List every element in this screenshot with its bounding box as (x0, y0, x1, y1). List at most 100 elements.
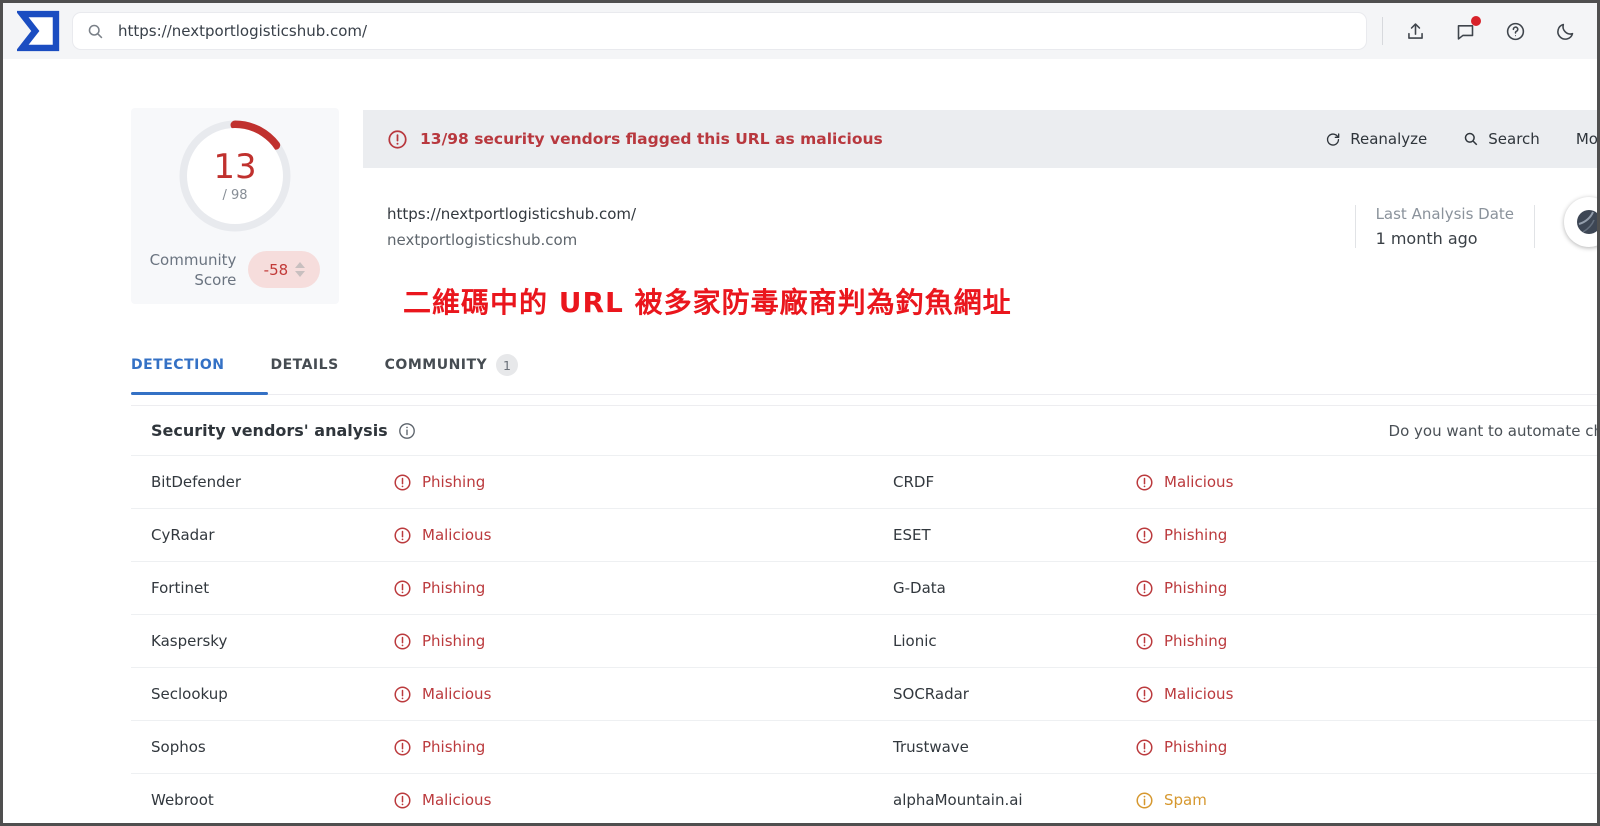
vendor-result: Phishing (1135, 738, 1227, 757)
browser-window: 13 / 98 Community Score -58 (0, 0, 1600, 826)
vendor-row: Trustwave Phishing (864, 720, 1597, 773)
divider (1534, 205, 1535, 248)
vendor-name: Lionic (893, 632, 1135, 650)
analyzed-domain[interactable]: nextportlogisticshub.com (387, 231, 636, 249)
banner-message: 13/98 security vendors flagged this URL … (420, 130, 883, 148)
security-vendors-section: Security vendors' analysis Do you want t… (131, 405, 1597, 826)
vendor-row: CRDF Malicious (864, 455, 1597, 508)
alert-icon (1135, 526, 1154, 545)
upvote-icon[interactable] (295, 262, 305, 268)
last-analysis-value: 1 month ago (1376, 229, 1514, 248)
tab-community[interactable]: COMMUNITY 1 (385, 340, 519, 394)
vendor-row: SeclookupMalicious (131, 667, 864, 720)
alert-icon (387, 129, 408, 150)
tab-detection[interactable]: DETECTION (131, 340, 224, 394)
upload-icon[interactable] (1403, 19, 1427, 43)
reanalyze-button[interactable]: Reanalyze (1325, 130, 1427, 148)
community-score-pill: -58 (248, 251, 320, 288)
alert-icon (1135, 738, 1154, 757)
vendor-name: Trustwave (893, 738, 1135, 756)
last-analysis-date: Last Analysis Date 1 month ago (1355, 205, 1535, 248)
globe-badge-icon[interactable] (1564, 197, 1600, 247)
vendor-result-label: Phishing (1164, 579, 1227, 597)
search-button[interactable]: Search (1463, 130, 1540, 148)
vendor-name: SOCRadar (893, 685, 1135, 703)
feedback-icon[interactable] (1453, 19, 1477, 43)
topbar-divider (1382, 17, 1383, 45)
vendor-name: BitDefender (151, 473, 393, 491)
vendor-result-label: Malicious (422, 526, 491, 544)
notification-dot (1471, 16, 1481, 26)
vendor-name: CRDF (893, 473, 1135, 491)
vendor-result-label: Malicious (1164, 685, 1233, 703)
vendor-result: Phishing (1135, 526, 1227, 545)
annotation-text: 二維碼中的 URL 被多家防毒廠商判為釣魚網址 (403, 281, 1012, 321)
vendor-row: Lionic Phishing (864, 614, 1597, 667)
vendor-row: ESETPhishing (864, 508, 1597, 561)
vendor-result: Malicious (1135, 685, 1233, 704)
vendor-name: CyRadar (151, 526, 393, 544)
vendor-result: Phishing (393, 473, 485, 492)
alert-icon (1135, 473, 1154, 492)
search-input[interactable] (118, 22, 1352, 40)
vendor-result: Malicious (393, 791, 491, 810)
automate-checks-link[interactable]: Do you want to automate ch (1389, 422, 1600, 440)
vendor-row: CyRadar Malicious (131, 508, 864, 561)
vendor-name: Kaspersky (151, 632, 393, 650)
community-score-label: Community Score (150, 250, 237, 291)
vendor-result-label: Phishing (1164, 738, 1227, 756)
community-score-value: -58 (264, 261, 289, 279)
vendor-result-label: Phishing (422, 738, 485, 756)
vendor-row: SOCRadar Malicious (864, 667, 1597, 720)
downvote-icon[interactable] (295, 271, 305, 277)
detection-gauge: 13 / 98 (177, 118, 293, 234)
analyzed-url[interactable]: https://nextportlogisticshub.com/ (387, 205, 636, 223)
tab-label: COMMUNITY (385, 357, 488, 373)
vendor-result: Phishing (393, 632, 485, 651)
tab-details[interactable]: DETAILS (270, 340, 338, 394)
vendor-result-label: Malicious (422, 791, 491, 809)
virustotal-logo-icon[interactable] (17, 9, 61, 53)
top-bar (3, 3, 1597, 59)
vendor-result: Phishing (393, 579, 485, 598)
vendor-result: Phishing (393, 738, 485, 757)
more-button[interactable]: More (1576, 130, 1600, 148)
search-icon (87, 23, 104, 40)
vendor-name: Seclookup (151, 685, 393, 703)
tab-badge: 1 (496, 354, 518, 376)
vendor-name: Fortinet (151, 579, 393, 597)
vendor-result-label: Phishing (422, 473, 485, 491)
detections-total: / 98 (222, 188, 247, 203)
last-analysis-label: Last Analysis Date (1376, 205, 1514, 223)
alert-icon (393, 738, 412, 757)
tab-label: DETAILS (270, 357, 338, 373)
vendor-row: alphaMountain.aiSpam (864, 773, 1597, 826)
alert-icon (393, 579, 412, 598)
url-search-bar[interactable] (73, 13, 1366, 49)
detections-count: 13 (213, 150, 256, 184)
alert-icon (1135, 632, 1154, 651)
vendor-result-label: Phishing (1164, 632, 1227, 650)
vendor-name: ESET (893, 526, 1135, 544)
vendor-result: Phishing (1135, 579, 1227, 598)
vendor-result-label: Spam (1164, 791, 1207, 809)
url-info: https://nextportlogisticshub.com/ nextpo… (387, 205, 636, 249)
dark-mode-toggle-icon[interactable] (1553, 19, 1577, 43)
help-icon[interactable] (1503, 19, 1527, 43)
divider (1355, 205, 1356, 248)
detection-score-card: 13 / 98 Community Score -58 (131, 108, 339, 304)
vendor-result-label: Phishing (422, 579, 485, 597)
vendor-result-label: Malicious (1164, 473, 1233, 491)
section-title: Security vendors' analysis (151, 421, 388, 440)
vendor-result: Malicious (393, 685, 491, 704)
vendor-name: Webroot (151, 791, 393, 809)
vendor-result: Spam (1135, 791, 1207, 810)
vendor-row: G-Data Phishing (864, 561, 1597, 614)
vendor-name: G-Data (893, 579, 1135, 597)
vendor-result: Phishing (1135, 632, 1227, 651)
tab-label: DETECTION (131, 357, 224, 373)
alert-icon (1135, 685, 1154, 704)
vendor-name: Sophos (151, 738, 393, 756)
info-icon[interactable] (398, 422, 416, 440)
vendor-result-label: Phishing (422, 632, 485, 650)
